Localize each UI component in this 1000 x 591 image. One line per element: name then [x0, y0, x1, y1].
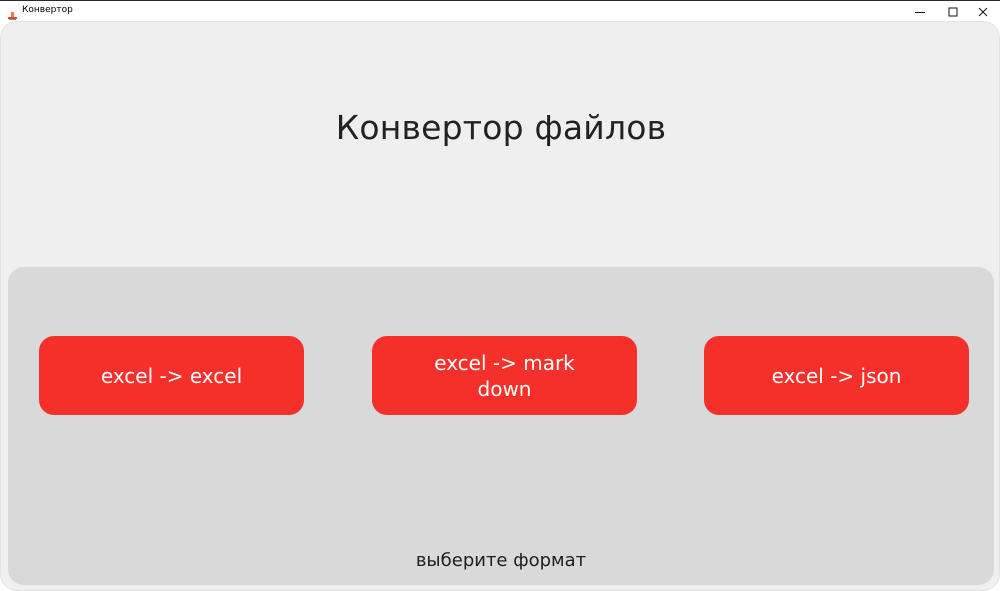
minimize-icon [915, 11, 925, 13]
converter-panel: excel -> excel excel -> mark down excel … [8, 267, 994, 585]
maximize-icon [948, 7, 958, 16]
format-hint: выберите формат [415, 550, 587, 571]
excel-to-excel-button[interactable]: excel -> excel [39, 336, 304, 415]
page-title: Конвертор файлов [335, 108, 667, 147]
title-bar[interactable]: Конвертор [0, 1, 1000, 22]
maximize-button[interactable] [936, 1, 970, 22]
app-icon [7, 6, 18, 20]
minimize-button[interactable] [903, 1, 937, 22]
window-title: Конвертор [22, 5, 73, 15]
close-button[interactable] [966, 1, 1000, 22]
main-content: Конвертор файлов excel -> excel excel ->… [1, 22, 999, 590]
excel-to-json-button[interactable]: excel -> json [704, 336, 969, 415]
excel-to-markdown-button[interactable]: excel -> mark down [372, 336, 637, 415]
app-window: Конвертор Конвертор файлов excel -> exce… [0, 0, 1000, 591]
close-icon [978, 7, 988, 16]
